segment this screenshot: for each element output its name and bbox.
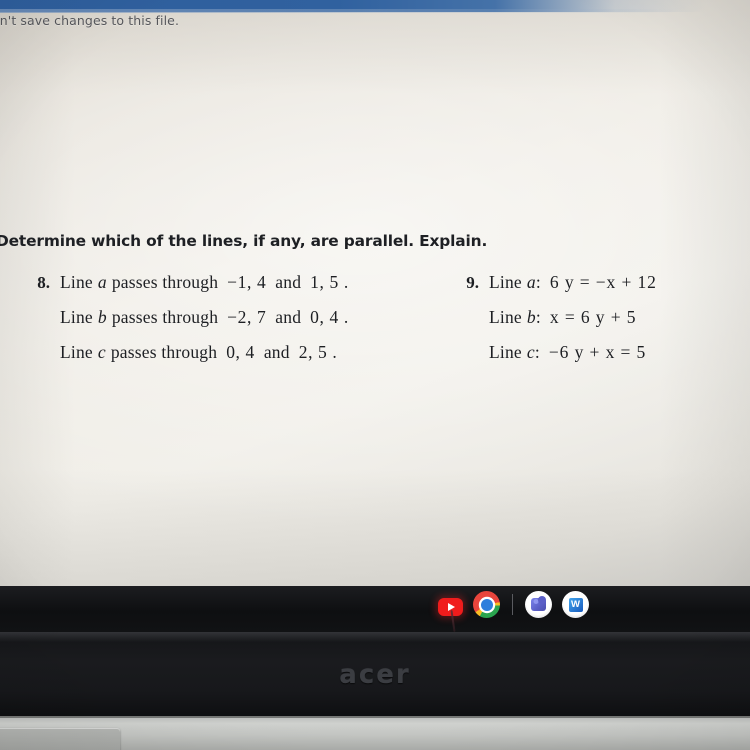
problem-text: Line c passes through 0, 4 and 2, 5. xyxy=(60,342,337,363)
line-equation: −6 y + x = 5 xyxy=(548,342,647,362)
line-equation: 6 y = −x + 12 xyxy=(549,272,657,292)
problem-text: Line b passes through −2, 7 and 0, 4. xyxy=(60,307,348,328)
line-label-prefix: Line xyxy=(60,342,93,362)
line-colon: : xyxy=(535,272,541,292)
chrome-icon[interactable] xyxy=(473,591,500,618)
laptop-screen: an't save changes to this file. Determin… xyxy=(0,0,750,586)
line-period: . xyxy=(332,342,337,362)
laptop-photo: an't save changes to this file. Determin… xyxy=(0,0,750,750)
line-colon: : xyxy=(535,307,541,327)
line-variable: a xyxy=(97,272,107,292)
notification-bar xyxy=(0,0,750,13)
line-label-prefix: Line xyxy=(489,307,522,327)
line-variable: a xyxy=(526,272,536,292)
notification-message: an't save changes to this file. xyxy=(0,13,180,28)
taskbar xyxy=(0,586,750,633)
acer-brand-logo: acer xyxy=(339,660,411,690)
line-variable: b xyxy=(97,307,107,327)
taskbar-icon-tray xyxy=(438,591,589,618)
taskbar-divider xyxy=(512,594,513,615)
line-conjunction: and xyxy=(275,272,302,292)
problem-text: Line c: −6 y + x = 5 xyxy=(489,342,646,363)
problem-9: 9. Linea:6 y = −x + 12 9. Lineb:x = 6 y … xyxy=(455,272,750,377)
problems-columns: 8. Lineapasses through−1, 4and1, 5. 8. L… xyxy=(0,272,750,377)
line-verb: passes through xyxy=(110,342,218,362)
screen-bezel: acer xyxy=(0,632,750,716)
line-variable: b xyxy=(526,307,536,327)
line-verb: passes through xyxy=(111,307,219,327)
line-period: . xyxy=(343,272,349,292)
problem-number: 8. xyxy=(37,273,50,292)
problem-line: 9. Lineb: x = 6 y + 5 xyxy=(455,307,750,328)
line-point-1: −1, 4 xyxy=(227,272,267,292)
problem-line: 9. Linec: −6 y + x = 5 xyxy=(455,342,750,363)
line-label-prefix: Line xyxy=(60,272,93,292)
problem-line: 8. Linecpasses through 0, 4 and 2, 5. xyxy=(26,342,455,363)
line-point-2: 2, 5 xyxy=(298,342,328,362)
line-conjunction: and xyxy=(275,307,302,327)
worksheet-content: Determine which of the lines, if any, ar… xyxy=(0,232,750,377)
problem-line: 9. Line a: 6 y = −x + 12 xyxy=(455,272,750,293)
problem-text: Line b: x = 6 y + 5 xyxy=(489,307,636,328)
problem-8: 8. Lineapasses through−1, 4and1, 5. 8. L… xyxy=(0,272,455,377)
line-conjunction: and xyxy=(263,342,290,362)
problem-number-spacer: 8. xyxy=(26,343,60,363)
line-verb: passes through xyxy=(111,272,219,292)
problem-number-spacer: 9. xyxy=(455,308,489,328)
teams-icon[interactable] xyxy=(525,591,552,618)
page-title: Determine which of the lines, if any, ar… xyxy=(0,232,488,250)
problem-number-spacer: 9. xyxy=(455,343,489,363)
line-variable: c xyxy=(97,342,106,362)
keyboard-key[interactable] xyxy=(0,728,120,750)
line-point-1: −2, 7 xyxy=(227,307,267,327)
problem-line: 8. Linebpasses through −2, 7 and 0, 4. xyxy=(26,307,455,328)
line-label-prefix: Line xyxy=(60,307,93,327)
line-colon: : xyxy=(534,342,540,362)
word-icon[interactable] xyxy=(562,591,589,618)
problem-text: Line a: 6 y = −x + 12 xyxy=(489,272,657,293)
problem-line: 8. Line a passes through −1, 4 and 1, 5. xyxy=(26,272,455,293)
line-label-prefix: Line xyxy=(489,342,522,362)
keyboard-deck xyxy=(0,716,750,750)
line-variable: c xyxy=(526,342,535,362)
line-point-2: 0, 4 xyxy=(310,307,339,327)
problem-number-spacer: 8. xyxy=(26,308,60,328)
problem-number: 9. xyxy=(466,273,479,292)
line-label-prefix: Line xyxy=(489,272,522,292)
line-point-1: 0, 4 xyxy=(226,342,255,362)
problem-text: Line a passes through −1, 4 and 1, 5. xyxy=(60,272,348,293)
line-point-2: 1, 5 xyxy=(310,272,339,292)
line-equation: x = 6 y + 5 xyxy=(549,307,637,327)
line-period: . xyxy=(343,307,349,327)
